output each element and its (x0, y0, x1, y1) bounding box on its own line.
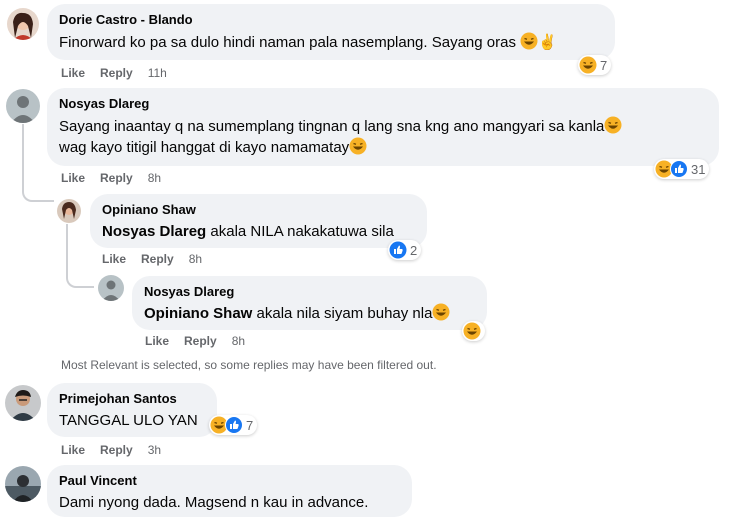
like-emoji-icon (225, 416, 243, 434)
mention-link[interactable]: Opiniano Shaw (144, 305, 252, 322)
avatar[interactable] (5, 385, 41, 421)
haha-emoji-icon (463, 322, 481, 340)
laughing-emoji-icon (432, 303, 450, 321)
comment-bubble: Primejohan Santos TANGGAL ULO YAN (47, 383, 217, 437)
timestamp[interactable]: 11h (148, 66, 167, 80)
comment-actions: Like Reply 8h (145, 334, 245, 348)
avatar[interactable] (57, 199, 81, 223)
mention-link[interactable]: Nosyas Dlareg (102, 223, 206, 240)
comment-text-body: Finorward ko pa sa dulo hindi naman pala… (59, 34, 516, 51)
like-emoji-icon (389, 241, 407, 259)
like-button[interactable]: Like (61, 443, 85, 457)
comment-actions: Like Reply 8h (61, 171, 161, 185)
reply-button[interactable]: Reply (141, 252, 174, 266)
timestamp[interactable]: 8h (232, 334, 245, 348)
comment-text-body: Sayang inaantay q na sumemplang tingnan … (59, 118, 605, 135)
comment-author[interactable]: Opiniano Shaw (102, 201, 415, 218)
reply-button[interactable]: Reply (100, 66, 133, 80)
avatar[interactable] (5, 466, 41, 502)
avatar[interactable] (6, 89, 40, 123)
comment-text-body: akala NILA nakakatuwa sila (206, 223, 394, 240)
comment-author[interactable]: Paul Vincent (59, 472, 400, 489)
like-button[interactable]: Like (102, 252, 126, 266)
comment-bubble: Dorie Castro - Blando Finorward ko pa sa… (47, 4, 615, 60)
timestamp[interactable]: 3h (148, 443, 161, 457)
laughing-emoji-icon (520, 32, 538, 50)
comment-text-line: wag kayo titigil hanggat di kayo namamat… (59, 137, 707, 158)
reply-button[interactable]: Reply (100, 443, 133, 457)
reaction-count: 7 (600, 57, 608, 73)
reaction-badge[interactable]: 7 (578, 55, 612, 75)
haha-emoji-icon (579, 56, 597, 74)
like-emoji-icon (670, 160, 688, 178)
reply-bubble: Opiniano Shaw Nosyas Dlareg akala NILA n… (90, 194, 427, 248)
comment-text-line: Sayang inaantay q na sumemplang tingnan … (59, 116, 707, 137)
laughing-emoji-icon (349, 137, 367, 155)
avatar[interactable] (98, 275, 124, 301)
victory-hand-icon: ✌ (538, 34, 557, 51)
comment-actions: Like Reply 11h (61, 66, 167, 80)
reaction-count: 2 (410, 242, 418, 258)
comment-bubble: Nosyas Dlareg Sayang inaantay q na sumem… (47, 88, 719, 166)
reaction-badge[interactable] (462, 321, 485, 341)
reaction-count: 31 (691, 161, 706, 177)
reply-button[interactable]: Reply (100, 171, 133, 185)
reply-bubble: Nosyas Dlareg Opiniano Shaw akala nila s… (132, 276, 487, 330)
comment-text: Dami nyong dada. Magsend n kau in advanc… (59, 494, 369, 511)
comment-author[interactable]: Primejohan Santos (59, 390, 205, 407)
reaction-badge[interactable]: 2 (388, 240, 422, 260)
comment-actions: Like Reply 8h (102, 252, 202, 266)
timestamp[interactable]: 8h (189, 252, 202, 266)
comment-author[interactable]: Nosyas Dlareg (59, 95, 707, 112)
comment-text-body: wag kayo titigil hanggat di kayo namamat… (59, 139, 350, 156)
laughing-emoji-icon (604, 116, 622, 134)
comment-actions: Like Reply 3h (61, 443, 161, 457)
comment-text: Nosyas Dlareg akala NILA nakakatuwa sila (102, 221, 415, 242)
timestamp[interactable]: 8h (148, 171, 161, 185)
like-button[interactable]: Like (61, 171, 85, 185)
reaction-badge[interactable]: 31 (654, 159, 710, 179)
comment-text: Opiniano Shaw akala nila siyam buhay nla (144, 303, 475, 324)
comment-text: TANGGAL ULO YAN (59, 412, 198, 429)
comment-text: Finorward ko pa sa dulo hindi naman pala… (59, 32, 603, 53)
comment-text-body: akala nila siyam buhay nla (252, 305, 433, 322)
comment-author[interactable]: Nosyas Dlareg (144, 283, 475, 300)
like-button[interactable]: Like (145, 334, 169, 348)
comment-author[interactable]: Dorie Castro - Blando (59, 11, 603, 28)
reaction-badge[interactable]: 7 (209, 415, 258, 435)
reaction-count: 7 (246, 417, 254, 433)
comment-bubble: Paul Vincent Dami nyong dada. Magsend n … (47, 465, 412, 517)
avatar[interactable] (7, 8, 39, 40)
filter-notice: Most Relevant is selected, so some repli… (61, 358, 437, 372)
like-button[interactable]: Like (61, 66, 85, 80)
reply-button[interactable]: Reply (184, 334, 217, 348)
